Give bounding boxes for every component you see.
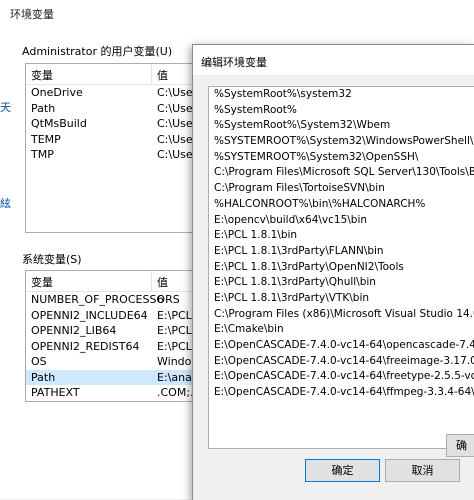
- path-entry[interactable]: %SystemRoot%: [209, 103, 474, 119]
- path-entry[interactable]: %HALCONROOT%\bin\%HALCONARCH%: [209, 197, 474, 213]
- user-var-row[interactable]: OneDrive C:\Users: [26, 85, 216, 101]
- user-var-row[interactable]: QtMsBuild C:\Users: [26, 116, 216, 132]
- env-dialog-title: 环境变量: [10, 8, 54, 21]
- path-entry[interactable]: E:\PCL 1.8.1\3rdParty\VTK\bin: [209, 291, 474, 307]
- user-vars-label: Administrator 的用户变量(U): [22, 45, 173, 58]
- system-var-row[interactable]: OPENNI2_INCLUDE64 E:\PCL 1.: [26, 308, 216, 324]
- user-vars-list[interactable]: 变量 值 OneDrive C:\Users Path C:\Users QtM…: [25, 63, 217, 233]
- path-entry[interactable]: E:\opencv\build\x64\vc15\bin: [209, 213, 474, 229]
- path-entry[interactable]: E:\OpenCASCADE-7.4.0-vc14-64\ffmpeg-3.3.…: [209, 385, 474, 401]
- path-entry[interactable]: %SYSTEMROOT%\System32\OpenSSH\: [209, 150, 474, 166]
- path-entry[interactable]: E:\PCL 1.8.1\3rdParty\FLANN\bin: [209, 244, 474, 260]
- edit-environment-variable-dialog: 编辑环境变量 %SystemRoot%\system32 %SystemRoot…: [192, 44, 474, 500]
- user-vars-header: 变量 值: [26, 64, 216, 85]
- path-entry[interactable]: E:\PCL 1.8.1\bin: [209, 228, 474, 244]
- system-var-row[interactable]: OPENNI2_REDIST64 E:\PCL 1.: [26, 339, 216, 355]
- user-var-row[interactable]: TEMP C:\Users: [26, 132, 216, 148]
- path-entry[interactable]: E:\OpenCASCADE-7.4.0-vc14-64\freetype-2.…: [209, 369, 474, 385]
- cut-off-label: 天: [0, 101, 11, 114]
- system-var-row[interactable]: NUMBER_OF_PROCESSORS 6: [26, 292, 216, 308]
- path-entry[interactable]: C:\Program Files\Microsoft SQL Server\13…: [209, 165, 474, 181]
- cut-off-label: 絃: [0, 197, 11, 210]
- env-titlebar: 环境变量: [0, 0, 474, 26]
- ok-button[interactable]: 确定: [305, 459, 380, 482]
- path-entry[interactable]: E:\PCL 1.8.1\3rdParty\Qhull\bin: [209, 275, 474, 291]
- column-header-variable[interactable]: 变量: [31, 67, 53, 83]
- column-header-variable[interactable]: 变量: [31, 274, 53, 290]
- system-var-row[interactable]: OS Window: [26, 354, 216, 370]
- column-header-value[interactable]: 值: [157, 67, 168, 83]
- system-vars-list[interactable]: 变量 值 NUMBER_OF_PROCESSORS 6 OPENNI2_INCL…: [25, 270, 217, 402]
- side-ok-button[interactable]: 确: [446, 434, 474, 457]
- system-vars-label: 系统变量(S): [22, 253, 82, 266]
- path-entries-list[interactable]: %SystemRoot%\system32 %SystemRoot% %Syst…: [208, 86, 474, 449]
- path-entry[interactable]: C:\Program Files\TortoiseSVN\bin: [209, 181, 474, 197]
- system-vars-header: 变量 值: [26, 271, 216, 292]
- path-entry[interactable]: E:\OpenCASCADE-7.4.0-vc14-64\opencascade…: [209, 338, 474, 354]
- cancel-button[interactable]: 取消: [385, 459, 460, 482]
- system-var-row[interactable]: OPENNI2_LIB64 E:\PCL 1.: [26, 323, 216, 339]
- user-var-row[interactable]: Path C:\Users: [26, 101, 216, 117]
- path-entry[interactable]: E:\PCL 1.8.1\3rdParty\OpenNI2\Tools: [209, 260, 474, 276]
- path-entry[interactable]: %SystemRoot%\System32\Wbem: [209, 118, 474, 134]
- path-entry[interactable]: E:\OpenCASCADE-7.4.0-vc14-64\freeimage-3…: [209, 354, 474, 370]
- system-var-row-selected[interactable]: Path E:\anaco: [26, 369, 216, 385]
- edit-dialog-title: 编辑环境变量: [201, 56, 267, 69]
- path-entry[interactable]: %SYSTEMROOT%\System32\WindowsPowerShell\…: [209, 134, 474, 150]
- path-entry[interactable]: C:\Program Files (x86)\Microsoft Visual …: [209, 307, 474, 323]
- path-entry[interactable]: E:\Cmake\bin: [209, 322, 474, 338]
- user-var-row[interactable]: TMP C:\Users: [26, 147, 216, 163]
- column-header-value[interactable]: 值: [157, 274, 168, 290]
- edit-titlebar: 编辑环境变量: [193, 45, 474, 75]
- system-var-row[interactable]: PATHEXT .COM;.E: [26, 385, 216, 401]
- path-entry[interactable]: %SystemRoot%\system32: [209, 87, 474, 103]
